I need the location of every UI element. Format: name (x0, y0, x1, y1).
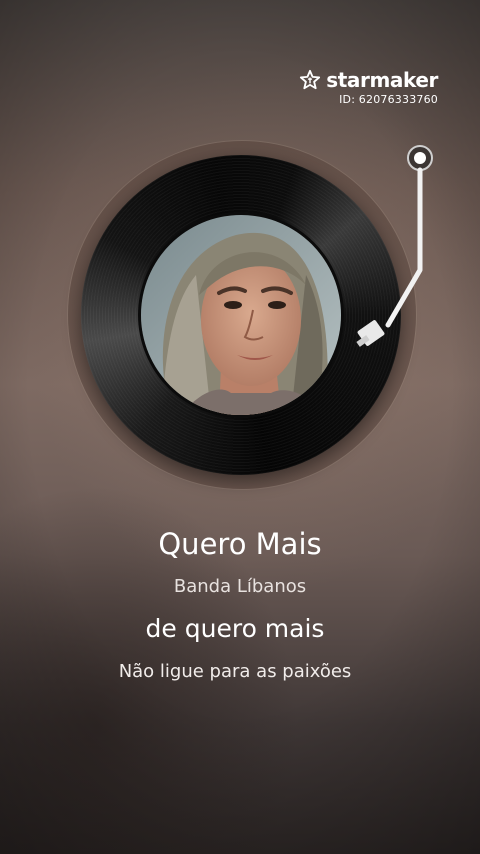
karaoke-player-screen: starmaker ID: 62076333760 Quero Mais Ban… (0, 0, 480, 854)
song-title: Quero Mais (158, 527, 322, 561)
starmaker-star-icon (299, 69, 321, 91)
starmaker-logo: starmaker (299, 68, 438, 92)
lyric-next-line: Não ligue para as paixões (118, 661, 352, 682)
tonearm (340, 140, 450, 380)
song-artist: Banda Líbanos (173, 576, 307, 597)
brand-name: starmaker (326, 68, 438, 92)
singer-avatar (141, 215, 341, 415)
user-id-label: ID: 62076333760 (339, 93, 438, 106)
lyric-current-line: de quero mais (145, 614, 325, 643)
